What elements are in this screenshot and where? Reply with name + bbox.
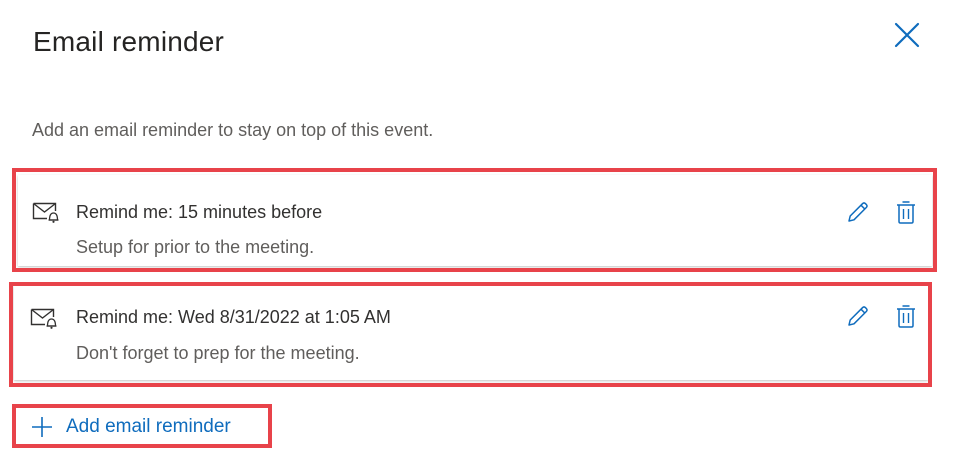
pencil-icon: [848, 306, 868, 326]
email-reminder-icon: [30, 308, 57, 329]
plus-icon: [32, 417, 52, 437]
email-reminder-icon: [32, 202, 59, 223]
close-icon: [894, 22, 920, 48]
email-reminder-dialog: Email reminder Add an email reminder to …: [0, 0, 958, 468]
edit-button[interactable]: [845, 303, 871, 329]
delete-button[interactable]: [893, 199, 919, 225]
reminder-description: Don't forget to prep for the meeting.: [76, 343, 360, 363]
edit-button[interactable]: [845, 199, 871, 225]
close-button[interactable]: [890, 18, 924, 52]
add-email-reminder-button[interactable]: Add email reminder: [30, 412, 231, 442]
dialog-subtitle: Add an email reminder to stay on top of …: [32, 120, 434, 140]
pencil-icon: [848, 202, 868, 222]
trash-icon: [897, 305, 915, 328]
reminder-title: Remind me: Wed 8/31/2022 at 1:05 AM: [76, 307, 391, 327]
delete-button[interactable]: [893, 303, 919, 329]
reminder-card: Remind me: Wed 8/31/2022 at 1:05 AM Don'…: [14, 285, 928, 380]
add-email-reminder-label: Add email reminder: [66, 416, 231, 437]
reminder-title: Remind me: 15 minutes before: [76, 202, 323, 222]
reminder-description: Setup for prior to the meeting.: [76, 237, 315, 257]
dialog-title: Email reminder: [33, 26, 225, 57]
reminder-card: Remind me: 15 minutes before Setup for p…: [18, 175, 932, 266]
trash-icon: [897, 201, 915, 224]
